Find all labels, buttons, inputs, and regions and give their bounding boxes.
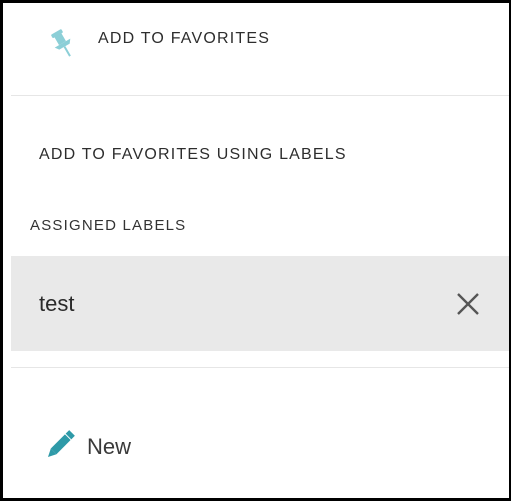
new-label-text: New bbox=[87, 434, 132, 459]
close-icon[interactable] bbox=[453, 289, 483, 319]
divider bbox=[11, 367, 509, 368]
assigned-label-name: test bbox=[39, 290, 75, 316]
assigned-labels-heading: ASSIGNED LABELS bbox=[30, 217, 187, 234]
add-to-favorites-using-labels-label: ADD TO FAVORITES USING LABELS bbox=[39, 146, 347, 163]
divider bbox=[11, 95, 509, 96]
assigned-label-row: test bbox=[11, 256, 509, 351]
new-label-button[interactable]: New bbox=[3, 417, 509, 473]
pushpin-icon bbox=[46, 27, 80, 61]
add-to-favorites-using-labels-button[interactable]: ADD TO FAVORITES USING LABELS bbox=[3, 135, 509, 175]
add-to-favorites-button[interactable]: ADD TO FAVORITES bbox=[3, 3, 509, 95]
pencil-icon bbox=[41, 426, 79, 464]
favorites-panel: ADD TO FAVORITES ADD TO FAVORITES USING … bbox=[0, 0, 511, 501]
add-to-favorites-label: ADD TO FAVORITES bbox=[98, 30, 271, 47]
